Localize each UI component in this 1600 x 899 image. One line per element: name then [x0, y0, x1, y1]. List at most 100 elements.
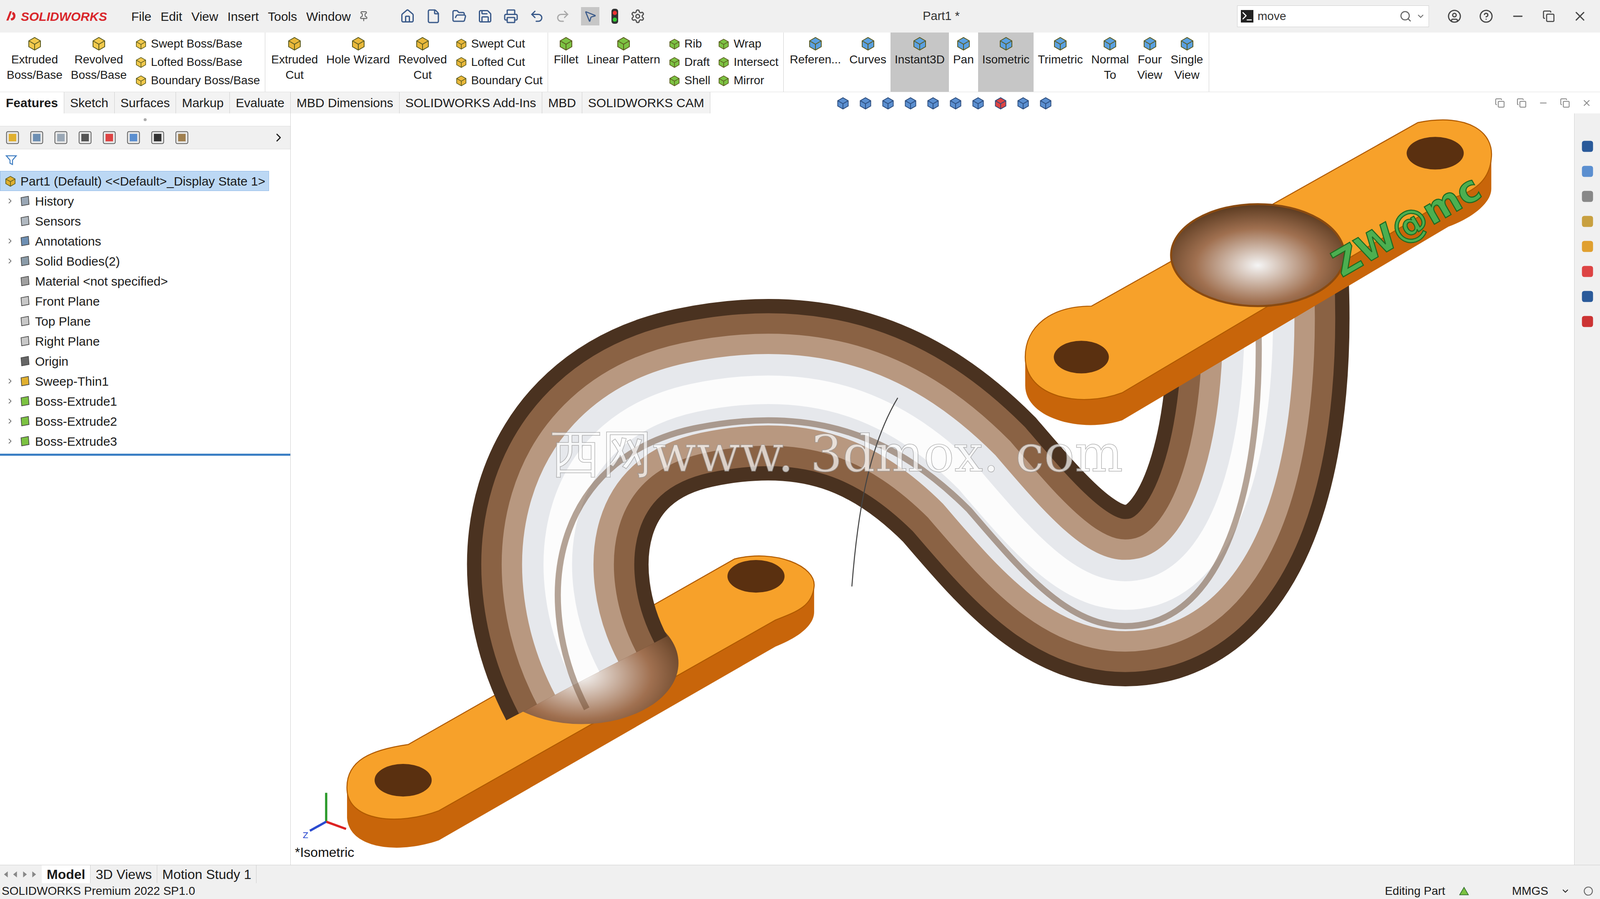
rebuild-icon[interactable] — [610, 7, 620, 25]
tree-root[interactable]: Part1 (Default) <<Default>_Display State… — [0, 171, 270, 192]
tree-item[interactable]: Sensors — [0, 211, 291, 232]
task-pane-icon[interactable] — [1579, 238, 1596, 255]
units-dropdown-icon[interactable] — [1560, 886, 1570, 896]
minimize-icon[interactable] — [1510, 9, 1525, 24]
menu-item[interactable]: Tools — [266, 7, 299, 26]
options-icon[interactable] — [630, 8, 646, 24]
select-button[interactable] — [581, 7, 600, 26]
ribbon-small-button[interactable]: Boundary Cut — [454, 71, 543, 90]
search-box[interactable]: move — [1237, 5, 1429, 28]
more-tabs-icon[interactable] — [271, 130, 286, 145]
command-tab[interactable]: Features — [0, 92, 65, 114]
ribbon-button[interactable]: Linear Pattern — [582, 32, 665, 92]
ribbon-small-button[interactable]: Boundary Boss/Base — [134, 71, 261, 90]
ribbon-button[interactable]: SingleView — [1166, 32, 1208, 92]
doc-close-icon[interactable] — [1581, 98, 1592, 109]
view-tool-icon[interactable] — [970, 95, 986, 111]
ribbon-button[interactable]: ExtrudedBoss/Base — [2, 32, 67, 92]
search-dropdown-icon[interactable] — [1416, 11, 1426, 21]
rollback-bar[interactable] — [0, 453, 291, 456]
ribbon-small-button[interactable]: Draft — [667, 52, 711, 72]
tree-item[interactable]: Annotations — [0, 231, 291, 252]
undo-icon[interactable] — [529, 8, 545, 24]
ribbon-button[interactable]: ExtrudedCut — [266, 32, 323, 92]
ribbon-small-button[interactable]: Lofted Boss/Base — [134, 52, 261, 72]
command-tab[interactable]: Surfaces — [114, 92, 177, 114]
user-icon[interactable] — [1447, 9, 1462, 24]
view-tool-icon[interactable] — [857, 95, 873, 111]
scroll-arrow-icon[interactable] — [11, 870, 20, 879]
home-icon[interactable] — [400, 8, 416, 24]
panel-tab-icon[interactable] — [174, 130, 190, 146]
ribbon-button[interactable]: Curves — [845, 32, 891, 92]
ribbon-button[interactable]: Pan — [948, 32, 979, 92]
tab-scroll-buttons[interactable] — [0, 870, 42, 879]
tree-item[interactable]: Front Plane — [0, 291, 291, 312]
expand-icon[interactable] — [5, 196, 15, 206]
menu-item[interactable]: Window — [304, 7, 353, 26]
ribbon-small-button[interactable]: Rib — [667, 34, 711, 53]
expand-icon[interactable] — [5, 377, 15, 386]
view-tool-icon[interactable] — [880, 95, 896, 111]
rebuild-status-icon[interactable] — [1457, 885, 1471, 898]
save-icon[interactable] — [477, 8, 493, 24]
bottom-tab[interactable]: Motion Study 1 — [157, 865, 257, 884]
doc-cascade-icon[interactable] — [1516, 98, 1527, 109]
command-tab[interactable]: SOLIDWORKS Add-Ins — [399, 92, 543, 114]
panel-tab-icon[interactable] — [5, 130, 21, 146]
view-tool-icon[interactable] — [1038, 95, 1054, 111]
view-tool-icon[interactable] — [1015, 95, 1031, 111]
view-tool-icon[interactable] — [925, 95, 941, 111]
ribbon-button[interactable]: RevolvedBoss/Base — [66, 32, 131, 92]
view-tool-icon[interactable] — [948, 95, 964, 111]
task-pane-icon[interactable] — [1579, 288, 1596, 305]
menu-item[interactable]: View — [189, 7, 220, 26]
print-icon[interactable] — [503, 8, 519, 24]
ribbon-small-button[interactable]: Shell — [667, 71, 711, 90]
task-pane-icon[interactable] — [1579, 213, 1596, 230]
tree-item[interactable]: Boss-Extrude3 — [0, 431, 291, 452]
tree-item[interactable]: Solid Bodies(2) — [0, 251, 291, 272]
expand-icon[interactable] — [5, 236, 15, 246]
expand-icon[interactable] — [5, 256, 15, 266]
panel-tab-icon[interactable] — [77, 130, 93, 146]
doc-tile-icon[interactable] — [1494, 98, 1505, 109]
scroll-arrow-icon[interactable] — [30, 870, 38, 879]
menu-item[interactable]: File — [129, 7, 154, 26]
task-pane-icon[interactable] — [1579, 188, 1596, 205]
tree-item[interactable]: Material <not specified> — [0, 271, 291, 292]
tree-item[interactable]: History — [0, 191, 291, 212]
bottom-tab[interactable]: Model — [41, 865, 91, 884]
scroll-arrow-icon[interactable] — [2, 870, 11, 879]
model-view[interactable]: ZW@mc西网www. 3dmox. com — [290, 113, 1575, 866]
command-tab[interactable]: MBD Dimensions — [290, 92, 400, 114]
menu-item[interactable]: Edit — [158, 7, 184, 26]
expand-icon[interactable] — [5, 397, 15, 406]
ribbon-small-button[interactable]: Lofted Cut — [454, 52, 543, 72]
expand-icon[interactable] — [5, 437, 15, 446]
command-tab[interactable]: Markup — [176, 92, 230, 114]
app-logo[interactable]: SOLIDWORKS — [4, 7, 108, 26]
task-pane-icon[interactable] — [1579, 163, 1596, 180]
task-pane-icon[interactable] — [1579, 313, 1596, 330]
ribbon-small-button[interactable]: Swept Boss/Base — [134, 34, 261, 53]
graphics-area[interactable]: ZW@mc西网www. 3dmox. comZ*Isometric — [290, 113, 1575, 866]
bottom-tab[interactable]: 3D Views — [90, 865, 158, 884]
ribbon-button[interactable]: Referen... — [785, 32, 846, 92]
command-tab[interactable]: SOLIDWORKS CAM — [582, 92, 711, 114]
ribbon-small-button[interactable]: Swept Cut — [454, 34, 543, 53]
tree-item[interactable]: Right Plane — [0, 331, 291, 352]
ribbon-button[interactable]: Instant3D — [890, 32, 949, 92]
ribbon-button[interactable]: Hole Wizard — [322, 32, 394, 92]
open-icon[interactable] — [451, 8, 467, 24]
panel-tab-icon[interactable] — [53, 130, 69, 146]
command-tab[interactable]: MBD — [542, 92, 583, 114]
pin-icon[interactable] — [358, 10, 370, 22]
doc-minimize-icon[interactable] — [1538, 98, 1549, 109]
doc-restore-icon[interactable] — [1559, 98, 1570, 109]
panel-tab-icon[interactable] — [101, 130, 117, 146]
view-tool-icon[interactable] — [993, 95, 1009, 111]
ribbon-button[interactable]: Isometric — [978, 32, 1034, 92]
scroll-arrow-icon[interactable] — [20, 870, 29, 879]
tree-item[interactable]: Origin — [0, 351, 291, 372]
